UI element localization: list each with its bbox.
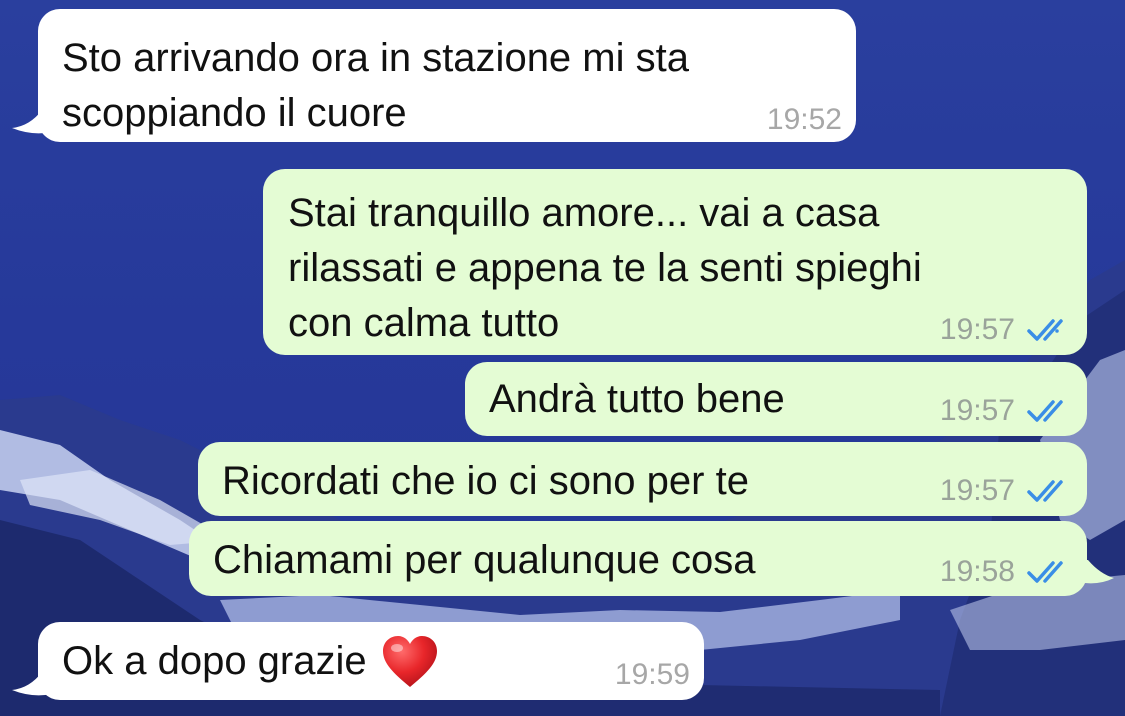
double-check-read-icon	[1027, 480, 1063, 502]
message-time: 19:58	[939, 555, 1015, 588]
outgoing-bubble-tail	[1078, 560, 1114, 584]
double-check-read-icon	[1027, 561, 1063, 583]
message-timestamp-row: 19:57	[940, 315, 1073, 345]
message-timestamp-row: 19:57	[940, 476, 1073, 506]
message-bubble-outgoing[interactable]: Stai tranquillo amore... vai a casa rila…	[263, 169, 1087, 355]
double-check-read-icon	[1027, 400, 1063, 422]
double-check-read-icon	[1027, 319, 1063, 341]
message-text: Ok a dopo grazie	[62, 639, 367, 683]
message-text: Chiamami per qualunque cosa	[213, 538, 756, 582]
message-text: Sto arrivando ora in stazione mi sta sco…	[62, 36, 689, 135]
message-bubble-outgoing[interactable]: Ricordati che io ci sono per te 19:57	[198, 442, 1087, 516]
message-bubble-incoming[interactable]: Sto arrivando ora in stazione mi sta sco…	[38, 9, 856, 142]
message-bubble-incoming[interactable]: Ok a dopo grazie 19:59	[38, 622, 704, 700]
message-text: Stai tranquillo amore... vai a casa rila…	[288, 191, 922, 345]
message-bubble-outgoing[interactable]: Chiamami per qualunque cosa 19:58	[189, 521, 1087, 596]
message-time: 19:59	[614, 658, 690, 691]
message-time: 19:57	[939, 313, 1015, 346]
message-time: 19:52	[766, 103, 842, 136]
message-time: 19:57	[939, 474, 1015, 507]
message-text: Ricordati che io ci sono per te	[222, 459, 749, 503]
message-content: Ok a dopo grazie	[62, 634, 439, 689]
message-bubble-outgoing[interactable]: Andrà tutto bene 19:57	[465, 362, 1087, 436]
message-timestamp-row: 19:57	[940, 396, 1073, 426]
message-time: 19:57	[939, 394, 1015, 427]
message-timestamp-row: 19:52	[767, 105, 842, 135]
message-text: Andrà tutto bene	[489, 377, 785, 421]
red-heart-emoji	[382, 635, 437, 687]
message-timestamp-row: 19:58	[940, 557, 1073, 587]
message-timestamp-row: 19:59	[615, 660, 690, 690]
